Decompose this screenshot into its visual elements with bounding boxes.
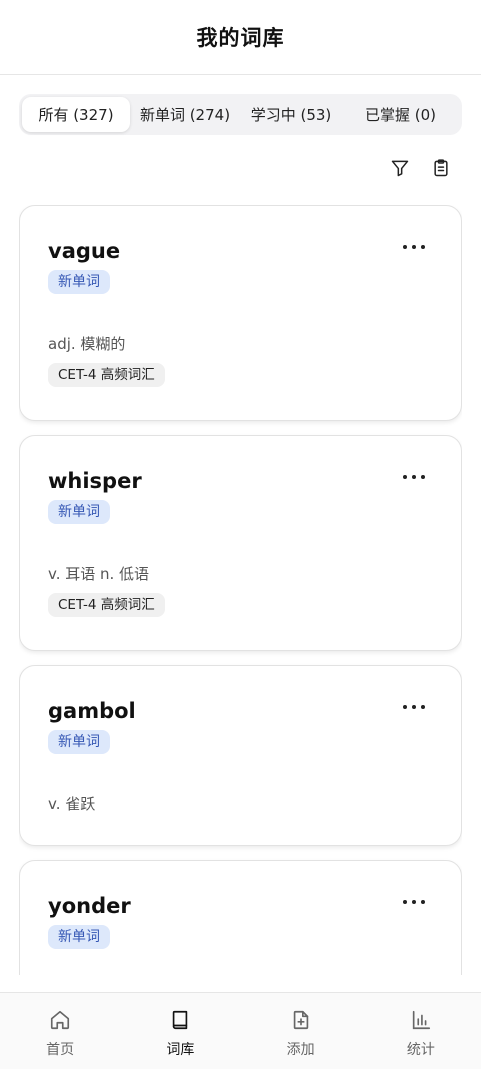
nav-home-label: 首页 (46, 1042, 75, 1058)
app-screen: 我的词库 所有 (327) 新单词 (274) 学习中 (53) 已掌握 (0)… (0, 0, 481, 1069)
more-dot-icon (421, 245, 425, 249)
nav-add-label: 添加 (286, 1042, 315, 1058)
more-options-button[interactable] (403, 700, 425, 714)
add-file-icon (289, 1008, 313, 1032)
home-icon (48, 1008, 72, 1032)
book-icon (168, 1008, 192, 1032)
word-text: yonder (48, 894, 131, 918)
nav-home[interactable]: 首页 (0, 993, 120, 1069)
word-meaning: v. 雀跃 (48, 795, 96, 813)
more-dot-icon (412, 705, 416, 709)
nav-library-label: 词库 (166, 1042, 195, 1058)
more-options-button[interactable] (403, 470, 425, 484)
status-badge: 新单词 (48, 270, 110, 294)
more-dot-icon (412, 900, 416, 904)
nav-stats[interactable]: 统计 (361, 993, 481, 1069)
filter-tabs: 所有 (327) 新单词 (274) 学习中 (53) 已掌握 (0) (19, 94, 462, 135)
word-tag: CET-4 高频词汇 (48, 363, 165, 387)
more-dot-icon (403, 245, 407, 249)
word-text: vague (48, 239, 121, 263)
tab-mastered[interactable]: 已掌握 (0) (342, 97, 459, 132)
filter-button[interactable] (388, 156, 412, 180)
nav-library[interactable]: 词库 (120, 993, 240, 1069)
chart-icon (409, 1008, 433, 1032)
word-card[interactable]: yonder 新单词 (19, 860, 462, 975)
bottom-nav: 首页 词库 添加 统计 (0, 992, 481, 1069)
nav-add[interactable]: 添加 (241, 993, 361, 1069)
word-text: whisper (48, 469, 142, 493)
word-card[interactable]: gambol 新单词 v. 雀跃 (19, 665, 462, 846)
more-dot-icon (412, 475, 416, 479)
tab-new[interactable]: 新单词 (274) (130, 97, 240, 132)
status-badge: 新单词 (48, 500, 110, 524)
word-card[interactable]: vague 新单词 adj. 模糊的 CET-4 高频词汇 (19, 205, 462, 421)
clipboard-icon (434, 159, 448, 177)
word-card[interactable]: whisper 新单词 v. 耳语 n. 低语 CET-4 高频词汇 (19, 435, 462, 651)
more-dot-icon (421, 705, 425, 709)
more-dot-icon (403, 900, 407, 904)
filter-icon (391, 160, 409, 177)
nav-stats-label: 统计 (406, 1042, 435, 1058)
status-badge: 新单词 (48, 925, 110, 949)
tab-learning[interactable]: 学习中 (53) (240, 97, 342, 132)
more-options-button[interactable] (403, 895, 425, 909)
clipboard-button[interactable] (429, 156, 453, 180)
word-meaning: v. 耳语 n. 低语 (48, 565, 150, 583)
more-dot-icon (403, 705, 407, 709)
word-text: gambol (48, 699, 136, 723)
tab-all[interactable]: 所有 (327) (22, 97, 130, 132)
more-dot-icon (403, 475, 407, 479)
page-title: 我的词库 (196, 26, 285, 50)
word-tag: CET-4 高频词汇 (48, 593, 165, 617)
word-meaning: adj. 模糊的 (48, 335, 126, 353)
more-dot-icon (421, 900, 425, 904)
word-list: vague 新单词 adj. 模糊的 CET-4 高频词汇 whisper 新单… (19, 205, 462, 975)
header: 我的词库 (0, 0, 481, 75)
more-dot-icon (412, 245, 416, 249)
status-badge: 新单词 (48, 730, 110, 754)
more-dot-icon (421, 475, 425, 479)
more-options-button[interactable] (403, 240, 425, 254)
